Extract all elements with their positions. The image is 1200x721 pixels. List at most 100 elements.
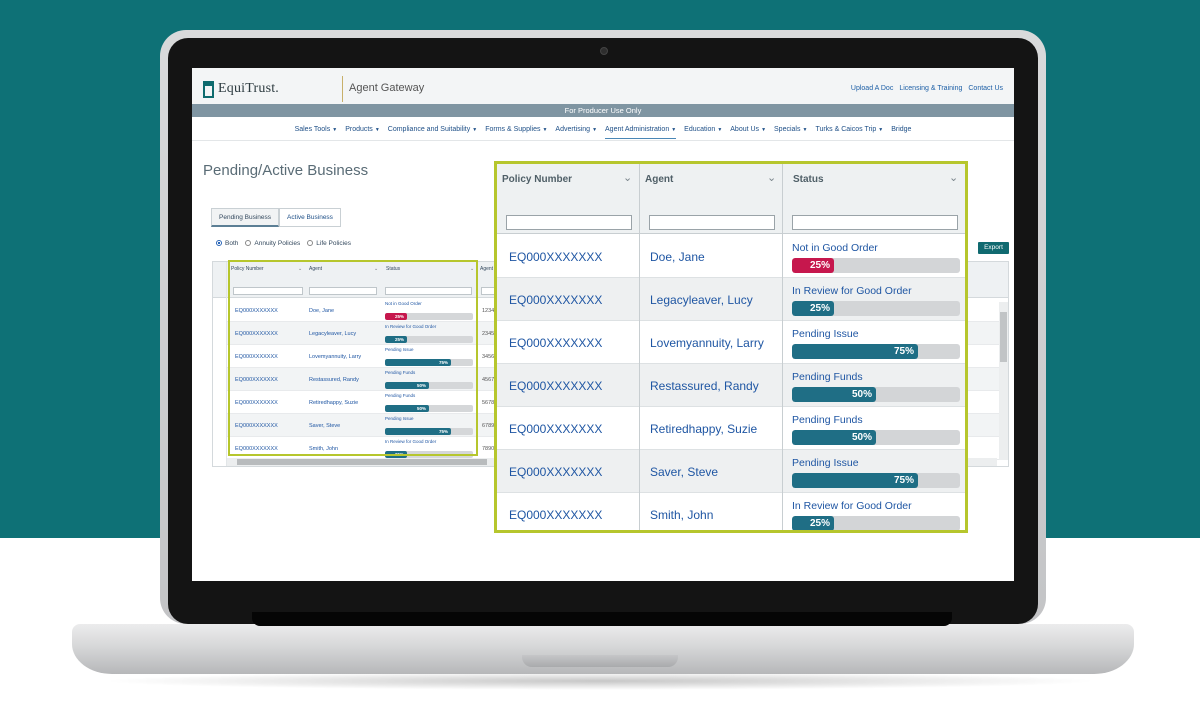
header-links: Upload A Doc Licensing & Training Contac… bbox=[851, 85, 1003, 92]
status-text: In Review for Good Order bbox=[792, 500, 912, 512]
business-tabs: Pending Business Active Business bbox=[211, 208, 341, 227]
agent-number-filter-input[interactable] bbox=[481, 287, 495, 295]
nav-item-10[interactable]: Bridge bbox=[891, 126, 911, 139]
caret-down-icon: ▼ bbox=[717, 127, 723, 133]
policy-number-link[interactable]: EQ000XXXXXXX bbox=[509, 250, 602, 264]
export-button[interactable]: Export bbox=[978, 242, 1009, 254]
policy-number-link[interactable]: EQ000XXXXXXX bbox=[509, 379, 602, 393]
status-text: In Review for Good Order bbox=[792, 285, 912, 297]
zoom-col-header-agent[interactable]: Agent bbox=[645, 174, 673, 185]
zoom-agent-filter-input[interactable] bbox=[649, 215, 775, 230]
table-row[interactable]: EQ000XXXXXXX Doe, Jane Not in Good Order 25… bbox=[497, 235, 965, 278]
equitrust-logo-icon bbox=[203, 81, 214, 98]
scroll-thumb[interactable] bbox=[1000, 312, 1007, 362]
laptop-notch bbox=[522, 655, 678, 667]
camera-icon bbox=[600, 47, 608, 55]
table-row[interactable]: EQ000XXXXXXX Restassured, Randy Pending Fu… bbox=[497, 364, 965, 407]
zoom-col-header-status[interactable]: Status bbox=[793, 174, 824, 185]
status-text: Not in Good Order bbox=[792, 242, 878, 254]
filter-label: Life Policies bbox=[316, 240, 351, 247]
agent-number: 7890 bbox=[482, 446, 495, 452]
progress-bar: 50% bbox=[792, 387, 960, 402]
agent-number: 1234 bbox=[482, 308, 495, 314]
policy-number-link[interactable]: EQ000XXXXXXX bbox=[509, 336, 602, 350]
nav-item-9[interactable]: Turks & Caicos Trip ▼ bbox=[815, 126, 883, 139]
contact-us-link[interactable]: Contact Us bbox=[968, 85, 1003, 92]
upload-doc-link[interactable]: Upload A Doc bbox=[851, 85, 893, 92]
agent-number: 2345 bbox=[482, 331, 495, 337]
nav-label: Advertising bbox=[555, 126, 591, 133]
agent-number: 4567 bbox=[482, 377, 495, 383]
agent-name-link[interactable]: Doe, Jane bbox=[650, 250, 705, 264]
nav-item-1[interactable]: Products ▼ bbox=[345, 126, 380, 139]
nav-label: Specials bbox=[774, 126, 801, 133]
radio-checked-icon bbox=[216, 240, 222, 246]
table-row[interactable]: EQ000XXXXXXX Retiredhappy, Suzie Pending F… bbox=[497, 407, 965, 450]
agent-name-link[interactable]: Retiredhappy, Suzie bbox=[650, 422, 757, 436]
policy-number-link[interactable]: EQ000XXXXXXX bbox=[509, 422, 602, 436]
status-text: Pending Funds bbox=[792, 371, 863, 383]
progress-bar: 25% bbox=[792, 301, 960, 316]
caret-down-icon: ▼ bbox=[542, 127, 548, 133]
tab-pending-business[interactable]: Pending Business bbox=[211, 208, 280, 227]
nav-label: Sales Tools bbox=[294, 126, 331, 133]
nav-label: Agent Administration bbox=[605, 126, 670, 133]
agent-number: 5678 bbox=[482, 400, 495, 406]
table-row[interactable]: EQ000XXXXXXX Smith, John In Review for Goo… bbox=[497, 493, 965, 530]
agent-name-link[interactable]: Legacyleaver, Lucy bbox=[650, 293, 753, 307]
licensing-training-link[interactable]: Licensing & Training bbox=[899, 85, 962, 92]
chevron-down-icon[interactable]: ⌄ bbox=[767, 171, 776, 184]
policy-number-link[interactable]: EQ000XXXXXXX bbox=[509, 465, 602, 479]
caret-down-icon: ▼ bbox=[592, 127, 598, 133]
nav-item-8[interactable]: Specials ▼ bbox=[774, 126, 807, 139]
nav-item-7[interactable]: About Us ▼ bbox=[730, 126, 766, 139]
filter-life[interactable]: Life Policies bbox=[307, 240, 351, 247]
filter-annuity[interactable]: Annuity Policies bbox=[245, 240, 300, 247]
radio-icon bbox=[245, 240, 252, 246]
site-header: EquiTrust. Agent Gateway Upload A Doc Li… bbox=[192, 68, 1014, 104]
status-text: Pending Funds bbox=[792, 414, 863, 426]
agent-name-link[interactable]: Lovemyannuity, Larry bbox=[650, 336, 764, 350]
zoom-status-filter-input[interactable] bbox=[792, 215, 958, 230]
progress-bar: 75% bbox=[792, 473, 960, 488]
column-divider bbox=[782, 164, 783, 530]
caret-down-icon: ▼ bbox=[761, 127, 767, 133]
zoom-policy-filter-input[interactable] bbox=[506, 215, 632, 230]
tab-active-business[interactable]: Active Business bbox=[279, 208, 341, 227]
table-row[interactable]: EQ000XXXXXXX Lovemyannuity, Larry Pending … bbox=[497, 321, 965, 364]
nav-item-3[interactable]: Forms & Supplies ▼ bbox=[485, 126, 547, 139]
zoom-col-header-policy[interactable]: Policy Number bbox=[502, 174, 572, 185]
nav-label: Products bbox=[345, 126, 373, 133]
caret-down-icon: ▼ bbox=[472, 127, 478, 133]
nav-label: Compliance and Suitability bbox=[387, 126, 471, 133]
agent-name-link[interactable]: Smith, John bbox=[650, 508, 713, 522]
nav-item-0[interactable]: Sales Tools ▼ bbox=[295, 126, 338, 139]
filter-label: Both bbox=[225, 240, 239, 247]
logo-text[interactable]: EquiTrust. bbox=[218, 81, 279, 97]
scroll-thumb[interactable] bbox=[237, 459, 487, 465]
radio-icon bbox=[307, 240, 314, 246]
progress-bar: 25% bbox=[792, 516, 960, 530]
table-row[interactable]: EQ000XXXXXXX Saver, Steve Pending Issue 75% bbox=[497, 450, 965, 493]
nav-item-5[interactable]: Agent Administration ▼ bbox=[605, 126, 677, 139]
progress-fill: 75% bbox=[792, 344, 918, 359]
nav-item-6[interactable]: Education ▼ bbox=[684, 126, 722, 139]
chevron-down-icon[interactable]: ⌄ bbox=[949, 171, 958, 184]
agent-name-link[interactable]: Saver, Steve bbox=[650, 465, 718, 479]
policy-number-link[interactable]: EQ000XXXXXXX bbox=[509, 508, 602, 522]
filter-both[interactable]: Both bbox=[216, 240, 238, 247]
chevron-down-icon[interactable]: ⌄ bbox=[623, 171, 632, 184]
nav-item-4[interactable]: Advertising ▼ bbox=[555, 126, 597, 139]
agent-name-link[interactable]: Restassured, Randy bbox=[650, 379, 759, 393]
table-row[interactable]: EQ000XXXXXXX Legacyleaver, Lucy In Review … bbox=[497, 278, 965, 321]
logo-divider bbox=[342, 76, 343, 102]
page-title: Pending/Active Business bbox=[203, 162, 369, 179]
nav-item-2[interactable]: Compliance and Suitability ▼ bbox=[388, 126, 477, 139]
caret-down-icon: ▼ bbox=[374, 127, 380, 133]
policy-filter: Both Annuity Policies Life Policies bbox=[216, 240, 351, 247]
laptop-shadow bbox=[100, 672, 1100, 690]
vertical-scrollbar[interactable] bbox=[999, 302, 1008, 460]
policy-number-link[interactable]: EQ000XXXXXXX bbox=[509, 293, 602, 307]
zoomed-grid-callout: Policy Number ⌄ Agent ⌄ Status ⌄ EQ000XX… bbox=[494, 161, 968, 533]
progress-bar: 75% bbox=[792, 344, 960, 359]
